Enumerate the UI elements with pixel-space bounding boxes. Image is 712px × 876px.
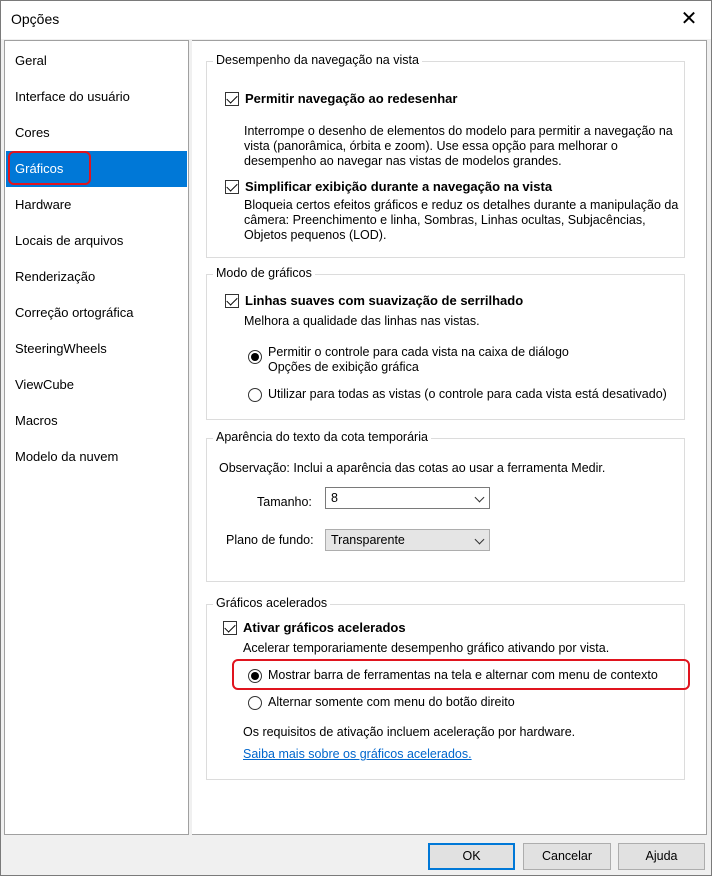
sidebar-item-macros[interactable]: Macros — [6, 403, 187, 439]
close-icon[interactable]: ✕ — [679, 7, 699, 31]
simplify-label[interactable]: Simplificar exibição durante a navegação… — [245, 179, 552, 194]
per-view-radio[interactable] — [248, 350, 262, 364]
antialias-checkbox[interactable] — [225, 294, 239, 308]
simplify-description: Bloqueia certos efeitos gráficos e reduz… — [244, 198, 679, 242]
help-button[interactable]: Ajuda — [618, 843, 705, 870]
antialias-label[interactable]: Linhas suaves com suavização de serrilha… — [245, 293, 523, 308]
ok-button[interactable]: OK — [428, 843, 515, 870]
size-value: 8 — [331, 491, 338, 505]
requirements-note: Os requisitos de ativação incluem aceler… — [243, 725, 576, 739]
accelerated-label[interactable]: Ativar gráficos acelerados — [243, 620, 406, 635]
sidebar-item-correcao[interactable]: Correção ortográfica — [6, 295, 187, 331]
group-legend: Gráficos acelerados — [213, 596, 331, 610]
sidebar-item-cores[interactable]: Cores — [6, 115, 187, 151]
options-dialog: Opções ✕ Geral Interface do usuário Core… — [0, 0, 712, 876]
accelerated-checkbox[interactable] — [223, 621, 237, 635]
background-value: Transparente — [331, 533, 405, 547]
sidebar-item-hardware[interactable]: Hardware — [6, 187, 187, 223]
sidebar-item-locais[interactable]: Locais de arquivos — [6, 223, 187, 259]
group-graphics-mode: Modo de gráficos Linhas suaves com suavi… — [206, 266, 685, 420]
chevron-down-icon — [474, 534, 485, 545]
cancel-button[interactable]: Cancelar — [523, 843, 611, 870]
group-legend: Modo de gráficos — [213, 266, 315, 280]
temp-dim-note: Observação: Inclui a aparência das cotas… — [219, 461, 606, 475]
background-select[interactable]: Transparente — [325, 529, 490, 551]
per-view-label-line2[interactable]: Opções de exibição gráfica — [268, 360, 419, 375]
sidebar-item-nuvem[interactable]: Modelo da nuvem — [6, 439, 187, 475]
per-view-label-line1[interactable]: Permitir o controle para cada vista na c… — [268, 345, 569, 360]
title-bar: Opções ✕ — [1, 1, 711, 39]
settings-panel: Desempenho da navegação na vista Permiti… — [192, 40, 707, 835]
accelerated-description: Acelerar temporariamente desempenho gráf… — [243, 641, 610, 655]
learn-more-link[interactable]: Saiba mais sobre os gráficos acelerados. — [243, 747, 472, 761]
all-views-label[interactable]: Utilizar para todas as vistas (o control… — [268, 387, 667, 401]
background-label: Plano de fundo: — [226, 533, 314, 547]
sidebar-item-viewcube[interactable]: ViewCube — [6, 367, 187, 403]
all-views-radio[interactable] — [248, 388, 262, 402]
group-nav-performance: Desempenho da navegação na vista Permiti… — [206, 53, 685, 258]
size-label: Tamanho: — [257, 495, 312, 509]
sidebar-item-steeringwheels[interactable]: SteeringWheels — [6, 331, 187, 367]
group-accelerated: Gráficos acelerados Ativar gráficos acel… — [206, 596, 690, 780]
simplify-checkbox[interactable] — [225, 180, 239, 194]
category-list: Geral Interface do usuário Cores Gráfico… — [4, 40, 189, 835]
selection-highlight — [8, 151, 91, 185]
group-legend: Aparência do texto da cota temporária — [213, 430, 431, 444]
group-temp-dim: Aparência do texto da cota temporária Ob… — [206, 430, 685, 582]
sidebar-item-renderizacao[interactable]: Renderização — [6, 259, 187, 295]
size-select[interactable]: 8 — [325, 487, 490, 509]
right-click-radio[interactable] — [248, 696, 262, 710]
sidebar-item-interface[interactable]: Interface do usuário — [6, 79, 187, 115]
chevron-down-icon — [474, 492, 485, 503]
window-title: Opções — [11, 11, 60, 27]
antialias-description: Melhora a qualidade das linhas nas vista… — [244, 314, 480, 328]
right-click-radio-label[interactable]: Alternar somente com menu do botão direi… — [268, 695, 515, 709]
allow-redraw-label[interactable]: Permitir navegação ao redesenhar — [245, 91, 457, 106]
allow-redraw-checkbox[interactable] — [225, 92, 239, 106]
group-legend: Desempenho da navegação na vista — [213, 53, 422, 67]
sidebar-item-geral[interactable]: Geral — [6, 43, 187, 79]
allow-redraw-description: Interrompe o desenho de elementos do mod… — [244, 124, 673, 168]
option-highlight — [232, 659, 690, 690]
